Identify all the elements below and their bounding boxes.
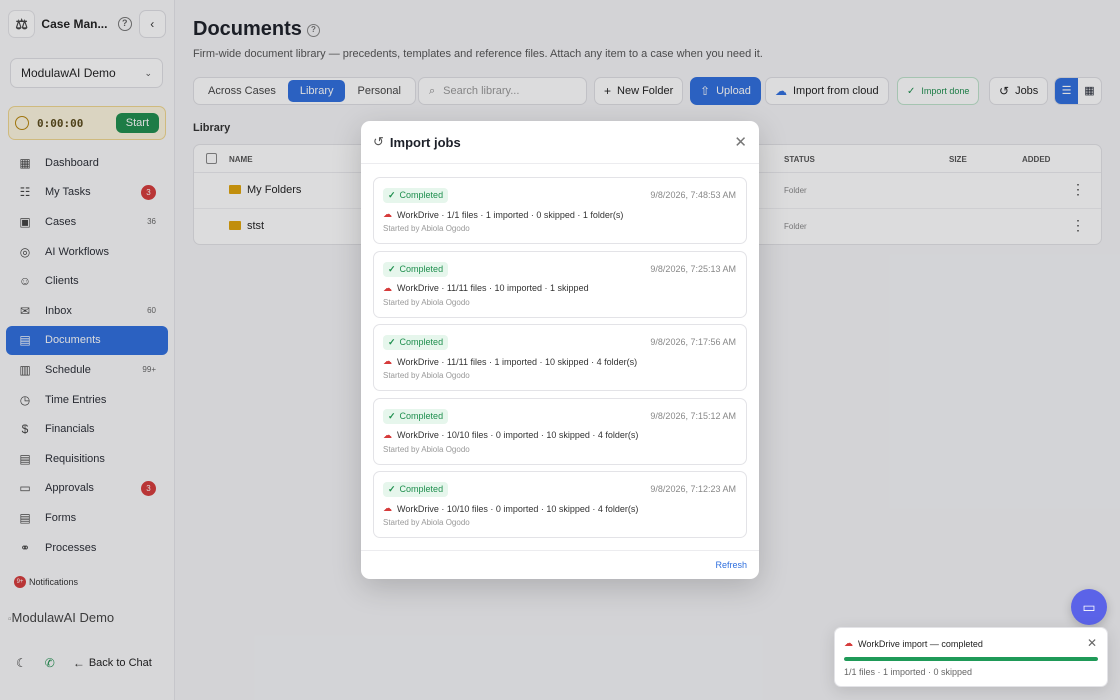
toast-stats: 1/1 files · 1 imported · 0 skipped: [844, 667, 973, 677]
status-badge: ✓ Completed: [383, 335, 449, 350]
job-summary: WorkDrive · 10/10 files · 0 imported · 1…: [397, 503, 639, 514]
status-badge: ✓ Completed: [383, 482, 449, 497]
status-badge: ✓ Completed: [383, 188, 449, 203]
job-timestamp: 9/8/2026, 7:48:53 AM: [650, 190, 736, 200]
cloud-icon: ☁: [383, 282, 392, 293]
close-icon[interactable]: ✕: [1087, 636, 1097, 650]
job-started-by: Started by Abiola Ogodo: [383, 444, 470, 454]
status-text: Completed: [399, 190, 444, 200]
cloud-icon: ☁: [383, 429, 392, 440]
job-summary: WorkDrive · 10/10 files · 0 imported · 1…: [397, 430, 639, 440]
check-icon: ✓: [388, 263, 396, 274]
job-timestamp: 9/8/2026, 7:12:23 AM: [650, 484, 736, 494]
check-icon: ✓: [388, 337, 396, 347]
job-timestamp: 9/8/2026, 7:17:56 AM: [650, 337, 736, 347]
toast-title-row: ☁ WorkDrive import — completed: [844, 638, 983, 649]
dialog-header: ↺ Import jobs ✕: [361, 121, 759, 164]
cloud-icon: ☁: [383, 503, 392, 513]
check-icon: ✓: [388, 410, 396, 421]
jobs-list: ✓ Completed 9/8/2026, 7:48:53 AM ☁ WorkDrive…: [373, 177, 747, 545]
check-icon: ✓: [388, 190, 396, 200]
refresh-button[interactable]: Refresh: [715, 560, 747, 570]
chat-bubble-icon: ▭: [1082, 599, 1096, 615]
job-summary: WorkDrive · 1/1 files · 1 imported · 0 s…: [397, 209, 624, 220]
job-summary-row: ☁ WorkDrive · 11/11 files · 1 imported · …: [383, 356, 637, 367]
import-toast: ☁ WorkDrive import — completed ✕ 1/1 fil…: [834, 627, 1108, 687]
job-started-by: Started by Abiola Ogodo: [383, 371, 470, 380]
job-summary: WorkDrive · 11/11 files · 10 imported · …: [397, 283, 589, 293]
status-badge: ✓ Completed: [383, 261, 449, 277]
import-job-card: ✓ Completed 9/8/2026, 7:48:53 AM ☁ WorkDrive…: [373, 177, 747, 244]
job-summary-row: ☁ WorkDrive · 11/11 files · 10 imported ·…: [383, 283, 589, 294]
job-started-by: Started by Abiola Ogodo: [383, 297, 470, 307]
dialog-title: Import jobs: [389, 134, 461, 150]
cloud-icon: ☁: [383, 209, 392, 219]
job-summary-row: ☁ WorkDrive · 10/10 files · 0 imported · …: [383, 503, 638, 514]
status-text: Completed: [399, 484, 444, 494]
close-icon[interactable]: ✕: [734, 133, 747, 151]
status-text: Completed: [399, 337, 444, 347]
status-text: Completed: [399, 263, 444, 274]
job-timestamp: 9/8/2026, 7:15:12 AM: [650, 410, 736, 421]
toast-title: WorkDrive import — completed: [858, 638, 983, 649]
job-summary-row: ☁ WorkDrive · 1/1 files · 1 imported · 0 …: [383, 209, 623, 220]
history-icon: ↺: [373, 134, 384, 149]
import-job-card: ✓ Completed 9/8/2026, 7:15:12 AM ☁ WorkDrive…: [373, 397, 747, 465]
status-text: Completed: [399, 410, 444, 421]
job-summary-row: ☁ WorkDrive · 10/10 files · 0 imported · …: [383, 430, 638, 441]
dialog-footer: Refresh: [361, 550, 759, 579]
job-started-by: Started by Abiola Ogodo: [383, 518, 470, 527]
import-job-card: ✓ Completed 9/8/2026, 7:25:13 AM ☁ WorkDrive…: [373, 250, 747, 318]
chat-button[interactable]: ▭: [1071, 589, 1107, 625]
job-timestamp: 9/8/2026, 7:25:13 AM: [650, 263, 736, 274]
toast-progress-bar: [844, 657, 1098, 661]
job-summary: WorkDrive · 11/11 files · 1 imported · 1…: [397, 356, 638, 367]
cloud-icon: ☁: [383, 356, 392, 366]
import-job-card: ✓ Completed 9/8/2026, 7:12:23 AM ☁ WorkDrive…: [373, 471, 747, 538]
cloud-icon: ☁: [844, 638, 853, 648]
job-started-by: Started by Abiola Ogodo: [383, 224, 470, 233]
status-badge: ✓ Completed: [383, 408, 449, 424]
check-icon: ✓: [388, 484, 396, 494]
import-job-card: ✓ Completed 9/8/2026, 7:17:56 AM ☁ WorkDrive…: [373, 324, 747, 391]
toast-progress-fill: [844, 657, 1098, 661]
import-jobs-dialog: ↺ Import jobs ✕ ✓ Completed 9/8/2026, 7:48…: [361, 121, 759, 579]
